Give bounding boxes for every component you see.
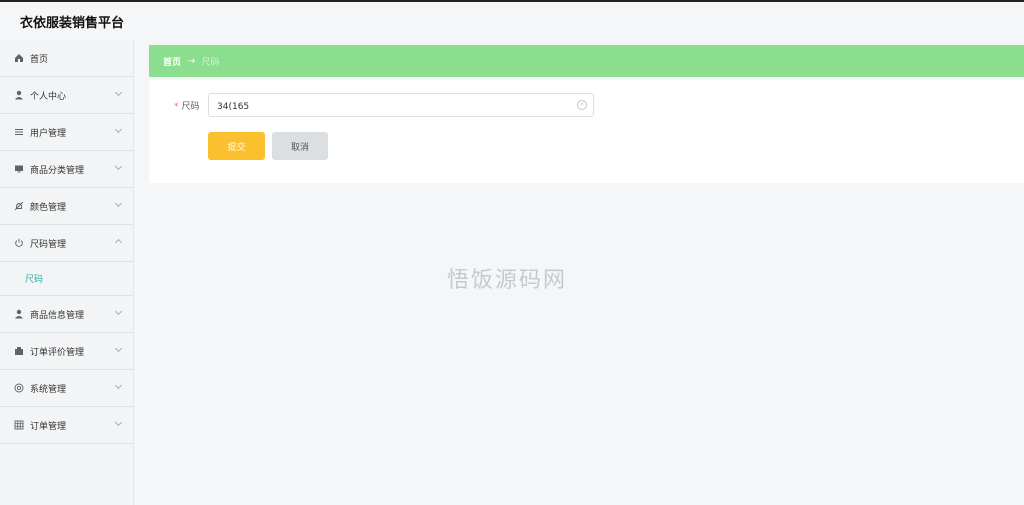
sidebar-item-label: 订单评价管理	[30, 347, 85, 358]
clear-icon[interactable]: ×	[577, 100, 587, 110]
sidebar-item-label: 尺码管理	[30, 239, 67, 250]
breadcrumb-current: 尺码	[201, 57, 220, 68]
sidebar-item-label: 商品信息管理	[30, 310, 85, 321]
sidebar-item-review-management[interactable]: 订单评价管理	[0, 333, 133, 370]
sidebar-item-product-management[interactable]: 商品信息管理	[0, 296, 133, 333]
sidebar-item-label: 商品分类管理	[30, 165, 85, 176]
sidebar-item-label: 系统管理	[30, 384, 67, 395]
submit-button[interactable]: 提交	[208, 132, 265, 160]
breadcrumb-home-link[interactable]: 首页	[163, 55, 181, 68]
chevron-down-icon	[114, 381, 123, 390]
grid-icon	[14, 420, 24, 430]
sidebar-item-user-management[interactable]: 用户管理	[0, 114, 133, 151]
sidebar-subitem-size[interactable]: 尺码	[0, 262, 133, 296]
size-input[interactable]	[209, 96, 577, 118]
sidebar-item-label: 用户管理	[30, 128, 67, 139]
breadcrumb-separator: →	[187, 55, 196, 67]
sidebar: 首页 个人中心 用户管理 商品分类管理 颜色管理 尺码管理 尺码 商品信息管理 …	[0, 40, 134, 505]
monitor-icon	[14, 164, 24, 174]
app-title: 衣依服装销售平台	[20, 16, 125, 31]
sidebar-item-home[interactable]: 首页	[0, 40, 133, 77]
sidebar-item-label: 个人中心	[30, 91, 67, 102]
sidebar-item-category-management[interactable]: 商品分类管理	[0, 151, 133, 188]
power-icon	[14, 238, 24, 248]
home-icon	[14, 53, 24, 63]
watermark: 悟饭源码网	[447, 268, 568, 293]
cancel-button[interactable]: 取消	[272, 132, 328, 160]
sidebar-item-label: 订单管理	[30, 421, 67, 432]
sidebar-item-label: 首页	[30, 54, 49, 65]
sidebar-item-color-management[interactable]: 颜色管理	[0, 188, 133, 225]
chevron-down-icon	[114, 344, 123, 353]
size-form: *尺码 × 提交 取消	[149, 80, 1024, 183]
size-field-label: * 尺码	[174, 99, 200, 112]
required-mark: *	[174, 102, 179, 112]
chevron-down-icon	[114, 307, 123, 316]
sidebar-item-personal-center[interactable]: 个人中心	[0, 77, 133, 114]
chevron-down-icon	[114, 125, 123, 134]
list-icon	[14, 127, 24, 137]
sidebar-item-size-management[interactable]: 尺码管理	[0, 225, 133, 262]
chevron-down-icon	[114, 199, 123, 208]
user-icon	[14, 90, 24, 100]
chevron-down-icon	[114, 162, 123, 171]
sidebar-subitem-label: 尺码	[25, 275, 44, 285]
sidebar-item-order-management[interactable]: 订单管理	[0, 407, 133, 444]
chevron-down-icon	[114, 418, 123, 427]
top-header: 衣依服装销售平台	[0, 0, 1024, 42]
sidebar-item-system-management[interactable]: 系统管理	[0, 370, 133, 407]
bell-off-icon	[14, 201, 24, 211]
chevron-up-icon	[114, 238, 123, 247]
wallet-icon	[14, 346, 24, 356]
sidebar-item-label: 颜色管理	[30, 202, 67, 213]
breadcrumb: 首页 → 尺码	[149, 45, 1024, 77]
size-label-text: 尺码	[181, 102, 200, 112]
user-icon	[14, 309, 24, 319]
chevron-down-icon	[114, 88, 123, 97]
size-input-wrapper: ×	[208, 93, 594, 118]
aperture-icon	[14, 383, 24, 393]
